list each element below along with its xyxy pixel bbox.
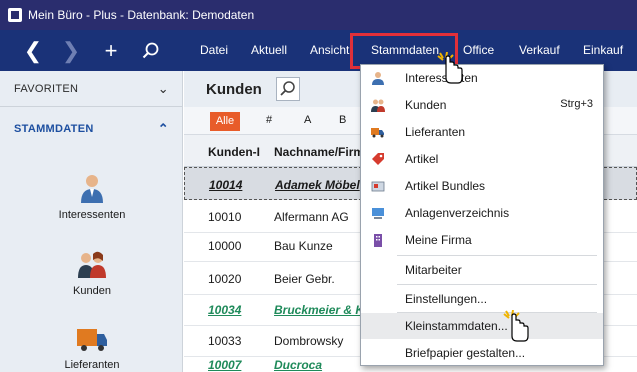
back-icon[interactable]: ❮ [20, 38, 46, 64]
stammdaten-dropdown-menu: Interessenten Kunden Strg+3 Lieferanten … [360, 64, 604, 366]
menu-item-label: Lieferanten [405, 125, 466, 139]
person-icon [75, 171, 109, 205]
cell-id: 10010 [208, 210, 242, 224]
filter-hash[interactable]: # [266, 114, 272, 126]
menu-item-mitarbeiter[interactable]: Mitarbeiter [361, 257, 603, 283]
truck-icon [75, 321, 109, 355]
sidebar-item-interessenten[interactable]: Interessenten [40, 171, 144, 221]
menu-item-label: Kleinstammdaten... [405, 319, 508, 333]
cell-id: 10020 [208, 272, 242, 286]
title-bar: Mein Büro - Plus - Datenbank: Demodaten [0, 0, 637, 30]
menu-item-lieferanten[interactable]: Lieferanten [361, 119, 603, 145]
stammdaten-label: STAMMDATEN [14, 123, 94, 135]
building-icon [374, 234, 382, 247]
menu-aktuell[interactable]: Aktuell [251, 43, 287, 57]
cell-name: Ducroca [274, 358, 323, 372]
menu-item-label: Artikel Bundles [405, 179, 486, 193]
cell-id: 10014 [209, 178, 243, 192]
column-header-name[interactable]: Nachname/Firm [274, 145, 364, 159]
cell-id: 10033 [208, 334, 242, 348]
menu-item-label: Anlagenverzeichnis [405, 206, 510, 220]
menu-separator [397, 255, 597, 256]
menu-item-anlagenverzeichnis[interactable]: Anlagenverzeichnis [361, 200, 603, 226]
app-icon [8, 8, 22, 22]
cell-name: Bau Kunze [274, 239, 333, 253]
cell-name: Alfermann AG [274, 210, 349, 224]
menu-item-kunden[interactable]: Kunden Strg+3 [361, 92, 603, 118]
cell-name: Bruckmeier & K [274, 303, 365, 317]
sidebar-item-lieferanten[interactable]: Lieferanten [40, 321, 144, 371]
menu-item-briefpapier[interactable]: Briefpapier gestalten... [361, 340, 603, 366]
person-icon [372, 72, 384, 85]
forward-icon[interactable]: ❯ [58, 38, 84, 64]
filter-all-button[interactable]: Alle [210, 112, 240, 131]
bundle-icon [371, 181, 385, 192]
menu-separator [397, 284, 597, 285]
sidebar-item-label: Interessenten [58, 209, 126, 221]
menu-shortcut: Strg+3 [560, 98, 593, 110]
favorites-label: FAVORITEN [14, 82, 79, 95]
cell-id: 10034 [208, 303, 242, 317]
page-title: Kunden [206, 81, 262, 98]
menu-item-label: Briefpapier gestalten... [405, 346, 526, 360]
menu-item-label: Einstellungen... [405, 292, 488, 306]
sidebar-favorites-header[interactable]: FAVORITEN ⌄ [0, 71, 183, 107]
hand-cursor-icon [502, 309, 532, 344]
menu-item-einstellungen[interactable]: Einstellungen... [361, 286, 603, 312]
menu-item-label: Meine Firma [405, 233, 472, 247]
hand-cursor-icon [436, 51, 466, 86]
people-icon [75, 247, 109, 281]
menu-datei[interactable]: Datei [200, 43, 228, 57]
menu-item-artikel-bundles[interactable]: Artikel Bundles [361, 173, 603, 199]
tag-icon [372, 153, 384, 165]
cell-id: 10007 [208, 358, 242, 372]
truck-icon [371, 128, 384, 138]
search-button[interactable] [276, 77, 300, 101]
search-icon[interactable] [138, 38, 164, 64]
window-title: Mein Büro - Plus - Datenbank: Demodaten [28, 8, 255, 22]
cell-id: 10000 [208, 239, 242, 253]
sidebar: FAVORITEN ⌄ STAMMDATEN ⌃ Interessenten K… [0, 71, 183, 372]
cell-name: Beier Gebr. [274, 272, 335, 286]
menu-einkauf[interactable]: Einkauf [583, 43, 623, 57]
search-icon [280, 81, 295, 96]
people-icon [371, 99, 385, 112]
cell-name: Dombrowsky [274, 334, 344, 348]
menu-verkauf[interactable]: Verkauf [519, 43, 560, 57]
chevron-up-icon[interactable]: ⌃ [158, 121, 169, 137]
menu-item-interessenten[interactable]: Interessenten [361, 65, 603, 91]
filter-a[interactable]: A [304, 114, 311, 126]
asset-register-icon [372, 208, 384, 219]
menu-item-label: Kunden [405, 98, 447, 112]
sidebar-item-kunden[interactable]: Kunden [40, 247, 144, 297]
sidebar-stammdaten-header[interactable]: STAMMDATEN ⌃ [0, 111, 183, 147]
menu-item-meine-firma[interactable]: Meine Firma [361, 227, 603, 253]
chevron-down-icon[interactable]: ⌄ [158, 81, 169, 97]
sidebar-item-label: Lieferanten [64, 359, 120, 371]
menu-item-label: Mitarbeiter [405, 263, 462, 277]
sidebar-item-label: Kunden [73, 285, 111, 297]
menu-ansicht[interactable]: Ansicht [310, 43, 349, 57]
menu-item-kleinstammdaten[interactable]: Kleinstammdaten... [361, 313, 603, 339]
menu-office[interactable]: Office [463, 43, 494, 57]
menu-item-artikel[interactable]: Artikel [361, 146, 603, 172]
cell-name: Adamek Möbel [275, 178, 360, 192]
filter-b[interactable]: B [339, 114, 346, 126]
column-header-id[interactable]: Kunden-I [208, 145, 260, 159]
menu-item-label: Artikel [405, 152, 439, 166]
add-icon[interactable]: + [98, 38, 124, 64]
